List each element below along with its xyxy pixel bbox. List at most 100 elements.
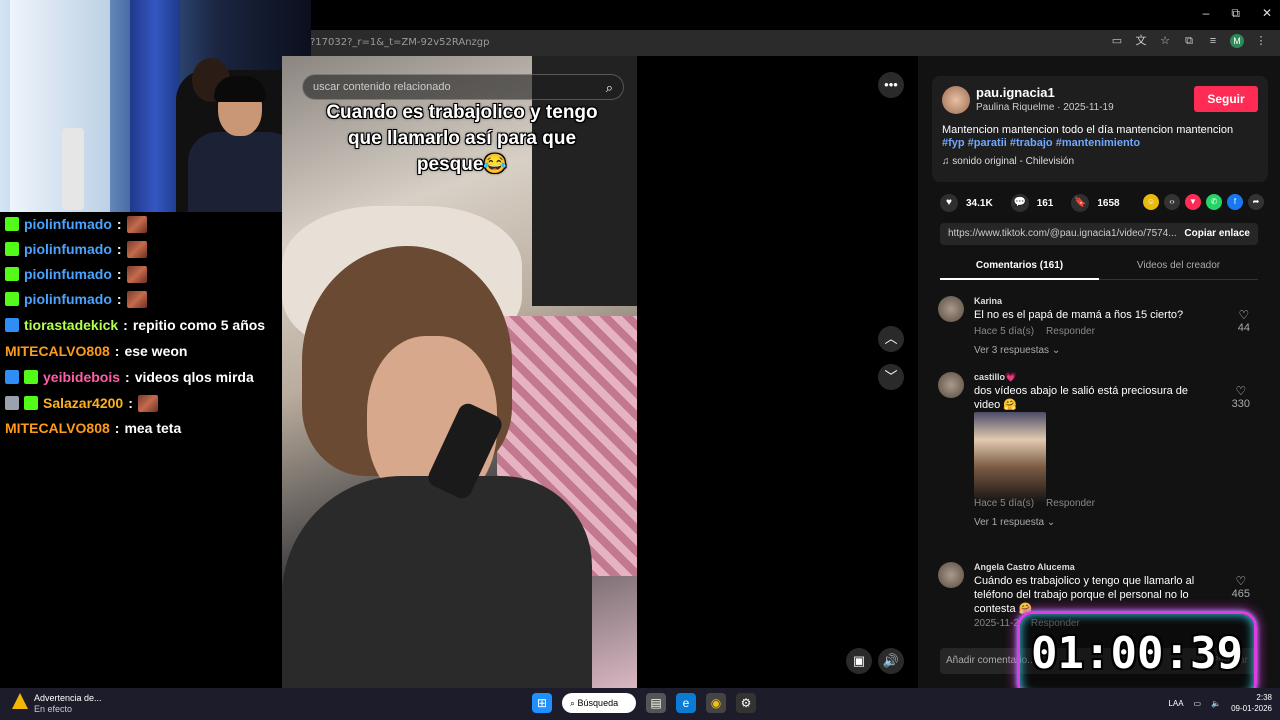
- video-hashtags[interactable]: #fyp #paratii #trabajo #mantenimiento: [942, 137, 1140, 149]
- emote-icon: [126, 290, 147, 308]
- commenter-avatar[interactable]: [938, 372, 964, 398]
- warning-icon: [12, 693, 28, 709]
- media-icon[interactable]: ≡: [1206, 34, 1220, 48]
- chat-separator: :: [125, 369, 130, 385]
- reply-button[interactable]: Responder: [1046, 498, 1095, 509]
- commenter-avatar[interactable]: [938, 296, 964, 322]
- chat-separator: :: [116, 216, 122, 232]
- chat-username[interactable]: piolinfumado: [24, 291, 112, 307]
- speaker-icon[interactable]: 🔈: [1211, 699, 1221, 708]
- extensions-icon[interactable]: ⧉: [1182, 34, 1196, 48]
- star-icon[interactable]: ☆: [1158, 34, 1172, 48]
- chat-username[interactable]: piolinfumado: [24, 241, 112, 257]
- follow-button[interactable]: Seguir: [1194, 86, 1258, 112]
- video-caption: Cuando es trabajolico y tengo que llamar…: [326, 102, 598, 175]
- chat-username[interactable]: MITECALVO808: [5, 420, 110, 436]
- view-replies-button[interactable]: Ver 3 respuestas ⌄: [974, 345, 1060, 356]
- share-arrow-icon[interactable]: ➦: [1248, 194, 1264, 210]
- comment-video-thumbnail[interactable]: [974, 412, 1046, 504]
- comment-date: Hace 5 día(s): [974, 498, 1035, 509]
- chat-username[interactable]: MITECALVO808: [5, 343, 110, 359]
- emote-icon: [137, 394, 158, 412]
- view-replies-button[interactable]: Ver 1 respuesta ⌄: [974, 517, 1055, 528]
- coin-icon[interactable]: ☺: [1143, 194, 1159, 210]
- commenter-name[interactable]: Karina: [974, 296, 1002, 306]
- chat-message: piolinfumado:: [5, 238, 147, 260]
- copy-link-button[interactable]: Copiar enlace: [1184, 228, 1250, 239]
- obs-icon[interactable]: ⚙: [736, 693, 756, 713]
- previous-video-button[interactable]: ︿: [878, 326, 904, 352]
- chat-username[interactable]: piolinfumado: [24, 266, 112, 282]
- comment-like[interactable]: ♡ 465: [1232, 574, 1250, 600]
- chat-username[interactable]: piolinfumado: [24, 216, 112, 232]
- profile-avatar[interactable]: M: [1230, 34, 1244, 48]
- minimize-button[interactable]: –: [1203, 6, 1210, 21]
- menu-icon[interactable]: ⋮: [1254, 34, 1268, 48]
- bookmark-icon[interactable]: 🔖: [1071, 194, 1090, 212]
- chrome-icon[interactable]: ◉: [706, 693, 726, 713]
- stream-timer: 01:00:39: [1017, 611, 1257, 699]
- close-button[interactable]: ✕: [1262, 6, 1272, 21]
- comment-like[interactable]: ♡ 330: [1232, 384, 1250, 410]
- tab-creator-videos[interactable]: Videos del creador: [1099, 256, 1258, 280]
- search-icon[interactable]: ⌕: [606, 80, 613, 96]
- whatsapp-icon[interactable]: ✆: [1206, 194, 1222, 210]
- keyboard-layout[interactable]: LAA: [1168, 699, 1183, 708]
- commenter-name[interactable]: Angela Castro Alucema: [974, 562, 1075, 572]
- chat-username[interactable]: yeibidebois: [43, 369, 120, 385]
- facebook-icon[interactable]: f: [1227, 194, 1243, 210]
- video-link[interactable]: https://www.tiktok.com/@pau.ignacia1/vid…: [948, 228, 1184, 239]
- clock-date: 09-01-2026: [1231, 704, 1272, 713]
- reply-button[interactable]: Responder: [1046, 326, 1095, 337]
- repost-icon[interactable]: ▼: [1185, 194, 1201, 210]
- details-panel: pau.ignacia1 Paulina Riquelme · 2025-11-…: [918, 56, 1280, 688]
- taskbar-alert[interactable]: Advertencia de... En efecto: [12, 693, 102, 715]
- network-icon[interactable]: ▭: [1194, 699, 1202, 708]
- comment-like[interactable]: ♡ 44: [1238, 308, 1250, 334]
- taskbar-apps: ⊞ ⌕ Búsqueda ▤ e ◉ ⚙: [532, 693, 756, 713]
- sound-label: sonido original - Chilevisión: [952, 156, 1075, 167]
- creator-username[interactable]: pau.ignacia1: [976, 85, 1055, 100]
- edge-icon[interactable]: e: [676, 693, 696, 713]
- video-player[interactable]: uscar contenido relacionado ⌕ Cuando es …: [282, 56, 637, 688]
- comment-text: dos vídeos abajo le salió está preciosur…: [974, 385, 1189, 411]
- clock[interactable]: 2:38 09-01-2026: [1231, 692, 1272, 714]
- next-video-button[interactable]: ﹀: [878, 364, 904, 390]
- url-text[interactable]: ?17032?_r=1&_t=ZM-92v52RAnzgp: [310, 37, 490, 48]
- heart-outline-icon: ♡: [1238, 308, 1250, 322]
- chat-text: repitio como 5 años: [132, 317, 266, 333]
- chat-message: MITECALVO808: mea teta: [5, 417, 181, 439]
- taskbar-search[interactable]: ⌕ Búsqueda: [562, 693, 636, 713]
- comment-icon[interactable]: 💬: [1010, 194, 1029, 212]
- comment-text: El no es el papá de mamá a ños 15 cierto…: [974, 309, 1184, 321]
- translate-icon[interactable]: 文: [1134, 34, 1148, 48]
- cam-fan: [62, 128, 84, 210]
- chat-separator: :: [123, 317, 128, 333]
- volume-icon[interactable]: 🔊: [878, 648, 904, 674]
- file-explorer-icon[interactable]: ▤: [646, 693, 666, 713]
- sound-link[interactable]: ♫ sonido original - Chilevisión: [942, 156, 1074, 167]
- more-options-button[interactable]: •••: [878, 72, 904, 98]
- creator-avatar[interactable]: [942, 86, 970, 114]
- embed-icon[interactable]: ‹›: [1164, 194, 1180, 210]
- start-icon[interactable]: ⊞: [532, 693, 552, 713]
- related-search-bar[interactable]: uscar contenido relacionado ⌕: [302, 74, 624, 100]
- comment-item: castillo💗 dos vídeos abajo le salió está …: [938, 372, 1268, 528]
- chat-message: yeibidebois: videos qlos mirda: [5, 366, 254, 388]
- blue-badge-icon: [5, 370, 19, 384]
- pip-button[interactable]: ▣: [846, 648, 872, 674]
- comment-like-count: 44: [1237, 322, 1250, 334]
- heart-icon[interactable]: ♥: [940, 194, 958, 212]
- chat-username[interactable]: tiorastadekick: [24, 317, 118, 333]
- commenter-avatar[interactable]: [938, 562, 964, 588]
- chat-username[interactable]: Salazar4200: [43, 395, 123, 411]
- maximize-button[interactable]: ⧉: [1231, 6, 1240, 21]
- webcam-overlay: [0, 0, 311, 212]
- tab-comments[interactable]: Comentarios (161): [940, 256, 1099, 280]
- screen-share-icon[interactable]: ▭: [1110, 34, 1124, 48]
- green-badge-icon: [5, 292, 19, 306]
- chat-text: mea teta: [124, 420, 182, 436]
- commenter-name[interactable]: castillo💗: [974, 372, 1016, 383]
- comment-date: 2025-11-2: [974, 618, 1019, 629]
- comment-like-count: 465: [1231, 588, 1250, 600]
